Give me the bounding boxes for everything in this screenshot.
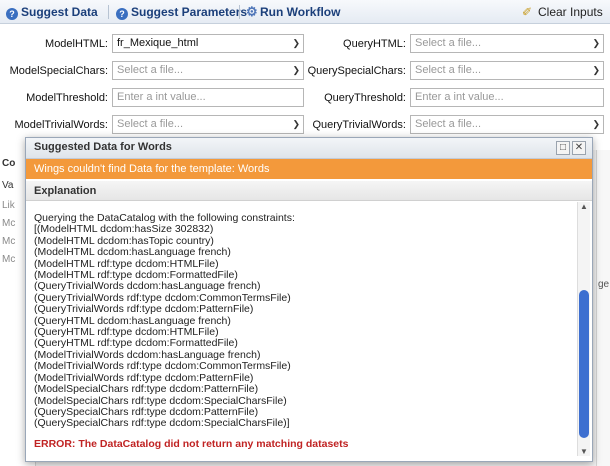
error-message: ERROR: The DataCatalog did not return an… — [34, 438, 349, 450]
queryspecialchars-label: QuerySpecialChars: — [307, 65, 406, 77]
toolbar-divider — [239, 5, 240, 19]
explanation-line: (ModelTrivialWords rdf:type dcdom:Common… — [34, 360, 291, 373]
chevron-down-icon: ❯ — [592, 119, 600, 129]
table-row[interactable]: Mc — [2, 234, 15, 250]
input-form: ModelHTML: fr_Mexique_html ❯ ModelSpecial… — [0, 24, 610, 134]
chevron-down-icon: ❯ — [292, 119, 300, 129]
querythreshold-input[interactable]: Enter a int value... — [410, 88, 604, 107]
table-row[interactable]: Mc — [2, 252, 15, 268]
modelhtml-select[interactable]: fr_Mexique_html ❯ — [112, 34, 304, 53]
background-panel-title: Co — [2, 158, 16, 169]
modeltrivialwords-label: ModelTrivialWords: — [14, 119, 108, 131]
modelthreshold-label: ModelThreshold: — [26, 92, 108, 104]
suggest-parameters-button[interactable]: ? Suggest Parameters — [116, 4, 247, 20]
close-icon[interactable]: ✕ — [572, 141, 586, 155]
background-side-text: ge — [598, 279, 610, 290]
maximize-icon[interactable]: □ — [556, 141, 570, 155]
chevron-down-icon: ❯ — [592, 38, 600, 48]
querytrivialwords-label: QueryTrivialWords: — [312, 119, 406, 131]
querythreshold-label: QueryThreshold: — [324, 92, 406, 104]
broom-icon: ✐ — [522, 5, 533, 19]
toolbar-divider — [108, 5, 109, 19]
explanation-line: (QuerySpecialChars rdf:type dcdom:Specia… — [34, 417, 290, 430]
table-row[interactable]: Lik — [2, 198, 15, 214]
chevron-down-icon: ❯ — [292, 38, 300, 48]
gears-icon: ⚙ — [246, 4, 258, 19]
chevron-down-icon: ❯ — [292, 65, 300, 75]
scroll-up-icon[interactable]: ▲ — [578, 202, 590, 211]
queryhtml-select[interactable]: Select a file... ❯ — [410, 34, 604, 53]
modelspecialchars-label: ModelSpecialChars: — [9, 65, 108, 77]
background-column-header: Va — [2, 180, 14, 191]
help-icon: ? — [116, 8, 128, 20]
dialog-header: Suggested Data for Words □ ✕ — [26, 138, 592, 159]
run-workflow-button[interactable]: ⚙ Run Workflow — [246, 4, 340, 20]
dialog-title: Suggested Data for Words — [34, 141, 172, 153]
querytrivialwords-select[interactable]: Select a file... ❯ — [410, 115, 604, 134]
explanation-line: (QueryTrivialWords rdf:type dcdom:Patter… — [34, 303, 254, 316]
chevron-down-icon: ❯ — [592, 65, 600, 75]
modeltrivialwords-select[interactable]: Select a file... ❯ — [112, 115, 304, 134]
explanation-text: Querying the DataCatalog with the follow… — [34, 212, 574, 430]
modelspecialchars-select[interactable]: Select a file... ❯ — [112, 61, 304, 80]
table-row[interactable]: Mc — [2, 216, 15, 232]
dialog-tools: □ ✕ — [554, 141, 586, 155]
queryhtml-label: QueryHTML: — [343, 38, 406, 50]
queryspecialchars-select[interactable]: Select a file... ❯ — [410, 61, 604, 80]
scroll-down-icon[interactable]: ▼ — [578, 447, 590, 456]
help-icon: ? — [6, 8, 18, 20]
scroll-thumb[interactable] — [579, 290, 589, 438]
warning-banner: Wings couldn't find Data for the templat… — [26, 159, 592, 179]
suggested-data-dialog: Suggested Data for Words □ ✕ Wings couldn… — [25, 137, 593, 462]
explanation-scrollbar[interactable]: ▲ ▼ — [577, 202, 590, 456]
suggest-data-button[interactable]: ? Suggest Data — [6, 4, 98, 20]
modelhtml-label: ModelHTML: — [45, 38, 108, 50]
modelthreshold-input[interactable]: Enter a int value... — [112, 88, 304, 107]
clear-inputs-button[interactable]: ✐ Clear Inputs — [522, 4, 603, 20]
background-scrollbar[interactable] — [596, 150, 610, 466]
explanation-line: (ModelHTML dcdom:hasLanguage french) — [34, 246, 231, 259]
explanation-line: (ModelSpecialChars rdf:type dcdom:Patter… — [34, 383, 259, 396]
toolbar: ? Suggest Data ? Suggest Parameters ⚙ Run W… — [0, 0, 610, 24]
explanation-header: Explanation — [26, 181, 592, 201]
